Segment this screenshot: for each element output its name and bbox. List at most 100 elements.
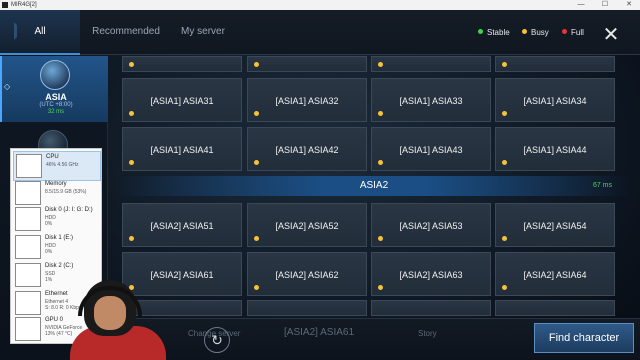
legend-full: Full xyxy=(562,28,584,38)
perf-item-name: Disk 0 (J: I: G: D:) xyxy=(45,207,93,213)
webcam-streamer-overlay xyxy=(70,272,166,360)
server-card[interactable]: [ASIA1] ASIA41 xyxy=(122,127,242,171)
server-card[interactable]: [ASIA1] ASIA42 xyxy=(247,127,367,171)
memory-graph xyxy=(15,181,41,205)
perf-item-name: Memory xyxy=(45,181,67,187)
server-name: [ASIA2] ASIA64 xyxy=(523,270,587,280)
server-card[interactable]: [ASIA1] ASIA34 xyxy=(495,78,615,122)
legend-busy: Busy xyxy=(522,28,549,38)
legend-busy-label: Busy xyxy=(531,28,549,37)
server-card[interactable]: [ASIA2] ASIA51 xyxy=(122,203,242,247)
server-card[interactable]: [ASIA2] ASIA62 xyxy=(247,252,367,296)
window-title: MIR4G[2] xyxy=(11,2,37,8)
region-name: ASIA xyxy=(45,92,67,102)
server-name: [ASIA1] ASIA43 xyxy=(399,145,463,155)
perf-item-sub: 46% 4.56 GHz xyxy=(46,162,79,168)
minimize-button[interactable]: — xyxy=(570,0,592,10)
server-card[interactable]: [ASIA2] ASIA52 xyxy=(247,203,367,247)
server-card[interactable]: [ASIA2] ASIA54 xyxy=(495,203,615,247)
perf-item-sub: 8.5/15.9 GB (53%) xyxy=(45,189,87,195)
tab-all-label: All xyxy=(34,26,46,37)
window-close-button[interactable]: ✕ xyxy=(618,0,640,10)
busy-dot-icon xyxy=(254,285,259,290)
refresh-icon[interactable]: ↻ xyxy=(204,327,230,353)
perf-item-name: CPU xyxy=(46,154,59,160)
perf-item-cpu[interactable]: CPU 46% 4.56 GHz xyxy=(13,151,101,181)
perf-item-sub2: 13% (47 °C) xyxy=(45,331,73,337)
top-navigation: All Recommended My server Stable Busy Fu… xyxy=(0,10,640,55)
region-ping: 32 ms xyxy=(47,109,65,115)
perf-item-name: Disk 1 (E:) xyxy=(45,235,74,241)
find-character-button[interactable]: Find character xyxy=(534,323,634,353)
server-name: [ASIA2] ASIA52 xyxy=(275,221,339,231)
full-dot-icon xyxy=(562,29,567,34)
server-name: [ASIA1] ASIA33 xyxy=(399,96,463,106)
maximize-button[interactable]: ☐ xyxy=(594,0,616,10)
busy-dot-icon xyxy=(129,62,134,67)
busy-dot-icon xyxy=(378,236,383,241)
server-card[interactable]: [ASIA2] ASIA64 xyxy=(495,252,615,296)
perf-item-sub2: 0% xyxy=(45,221,53,227)
busy-dot-icon xyxy=(129,236,134,241)
group-header-ping: 67 ms xyxy=(592,182,612,189)
busy-dot-icon xyxy=(502,62,507,67)
busy-dot-icon xyxy=(378,62,383,67)
server-card[interactable]: [ASIA1] ASIA44 xyxy=(495,127,615,171)
sidebar-item-asia[interactable]: ◇ ASIA (UTC +8:00) 32 ms xyxy=(0,56,108,122)
server-card[interactable]: [ASIA1] ASIA33 xyxy=(371,78,491,122)
busy-dot-icon xyxy=(502,236,507,241)
perf-item-name: Disk 2 (C:) xyxy=(45,263,74,269)
busy-dot-icon xyxy=(129,160,134,165)
group-header-asia2: ASIA2 67 ms xyxy=(118,176,630,196)
server-card-partial[interactable] xyxy=(247,56,367,72)
ethernet-graph xyxy=(15,291,41,315)
perf-item-disk0[interactable]: Disk 0 (J: I: G: D:) HDD 0% xyxy=(13,205,101,235)
server-card[interactable]: [ASIA2] ASIA53 xyxy=(371,203,491,247)
busy-dot-icon xyxy=(502,285,507,290)
server-card-partial[interactable] xyxy=(247,300,367,316)
busy-dot-icon xyxy=(378,111,383,116)
server-card[interactable]: [ASIA1] ASIA32 xyxy=(247,78,367,122)
story-label: Story xyxy=(418,329,437,338)
busy-dot-icon xyxy=(254,62,259,67)
server-card[interactable]: [ASIA1] ASIA31 xyxy=(122,78,242,122)
tab-all[interactable]: All xyxy=(0,10,80,55)
server-card-partial[interactable] xyxy=(122,56,242,72)
server-card-partial[interactable] xyxy=(495,300,615,316)
selected-arrow-icon: ◇ xyxy=(4,82,11,91)
group-header-label: ASIA2 xyxy=(359,180,389,191)
gpu-graph xyxy=(15,317,41,341)
legend-stable-label: Stable xyxy=(487,28,510,37)
busy-dot-icon xyxy=(502,160,507,165)
server-name: [ASIA2] ASIA54 xyxy=(523,221,587,231)
busy-dot-icon xyxy=(522,29,527,34)
server-card-partial[interactable] xyxy=(371,300,491,316)
stable-dot-icon xyxy=(478,29,483,34)
perf-item-sub2: 1% xyxy=(45,277,53,283)
server-name: [ASIA1] ASIA34 xyxy=(523,96,587,106)
server-name: [ASIA2] ASIA53 xyxy=(399,221,463,231)
tab-my-server[interactable]: My server xyxy=(172,10,234,55)
server-card[interactable]: [ASIA1] ASIA43 xyxy=(371,127,491,171)
busy-dot-icon xyxy=(378,285,383,290)
perf-item-disk1[interactable]: Disk 1 (E:) HDD 0% xyxy=(13,233,101,263)
region-utc: (UTC +8:00) xyxy=(39,102,73,108)
server-card-partial[interactable] xyxy=(371,56,491,72)
server-name: [ASIA1] ASIA31 xyxy=(150,96,214,106)
server-card-partial[interactable] xyxy=(495,56,615,72)
server-name: [ASIA1] ASIA32 xyxy=(275,96,339,106)
legend-stable: Stable xyxy=(478,28,510,38)
server-name: [ASIA1] ASIA41 xyxy=(150,145,214,155)
busy-dot-icon xyxy=(129,111,134,116)
perf-item-name: Ethernet xyxy=(45,291,68,297)
busy-dot-icon xyxy=(502,111,507,116)
tab-recommended[interactable]: Recommended xyxy=(90,10,162,55)
server-name: [ASIA2] ASIA62 xyxy=(275,270,339,280)
disk0-graph xyxy=(15,207,41,231)
server-card[interactable]: [ASIA2] ASIA63 xyxy=(371,252,491,296)
perf-item-name: GPU 0 xyxy=(45,317,64,323)
cpu-graph xyxy=(16,154,42,178)
globe-icon xyxy=(40,60,70,90)
close-icon[interactable]: ✕ xyxy=(600,24,622,46)
server-name: [ASIA1] ASIA42 xyxy=(275,145,339,155)
